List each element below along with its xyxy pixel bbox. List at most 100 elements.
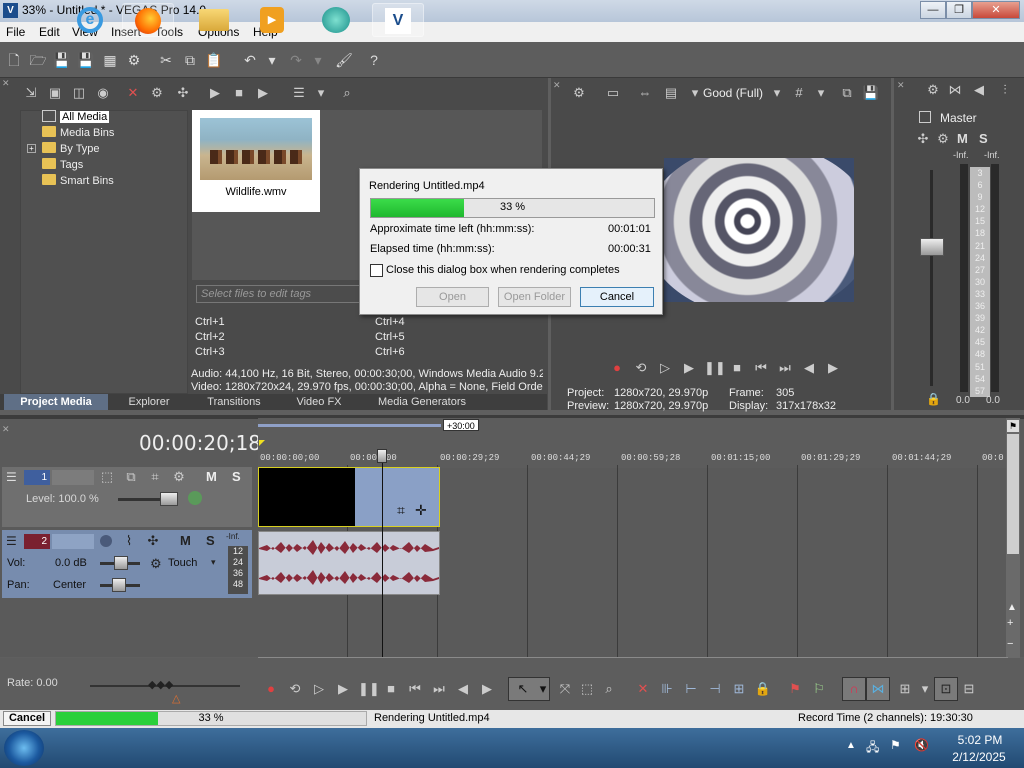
get-media-web-icon[interactable]: ◫ — [70, 84, 88, 102]
video-track-name[interactable] — [52, 470, 94, 485]
rate-slider[interactable]: ◆◆◆ — [148, 678, 173, 691]
ignore-grouping-icon[interactable]: ⊟ — [960, 680, 978, 698]
tree-item-media-bins[interactable]: Media Bins — [42, 126, 114, 142]
envelope-tool-icon[interactable]: ⤧ — [556, 680, 574, 698]
track-drag-handle-icon[interactable]: ☰ — [6, 470, 17, 484]
trim-end-icon[interactable]: ⊣ — [706, 680, 724, 698]
import-media-icon[interactable]: ⇲ — [22, 84, 40, 102]
tab-media-generators[interactable]: Media Generators — [360, 394, 484, 410]
parent-motion-icon[interactable]: ⧉ — [122, 468, 140, 486]
clock-date[interactable]: 2/12/2025 — [946, 750, 1012, 764]
play-from-start-icon[interactable]: ▷ — [310, 680, 328, 698]
taskbar-explorer-icon[interactable] — [188, 3, 240, 37]
master-lock-icon[interactable]: 🔒 — [926, 392, 941, 406]
show-hidden-icons[interactable]: ▲ — [846, 740, 856, 751]
downmix-icon[interactable]: ⋈ — [946, 81, 964, 99]
arm-record-icon[interactable] — [100, 535, 112, 547]
render-as-icon[interactable]: ▦ — [100, 50, 120, 70]
next-frame-icon[interactable]: ▶ — [824, 359, 842, 377]
compositing-mode-icon[interactable]: ⚙ — [170, 468, 188, 486]
loop-region-marker[interactable]: +30:00 — [443, 419, 479, 431]
snapping-icon[interactable]: ∩ — [845, 680, 863, 698]
audio-solo-button[interactable]: S — [206, 533, 215, 548]
save-as-icon[interactable]: 💾 — [76, 50, 96, 70]
zoom-out-icon[interactable]: − — [1007, 638, 1013, 650]
tree-item-smart-bins[interactable]: Smart Bins — [42, 174, 114, 190]
media-thumbnail-card[interactable]: Wildlife.wmv — [192, 110, 320, 212]
remove-media-icon[interactable]: ✕ — [124, 84, 142, 102]
pan-slider[interactable] — [112, 578, 126, 592]
pause-icon[interactable]: ❚❚ — [358, 680, 380, 698]
preview-mode-icon[interactable]: ▤ — [662, 84, 680, 102]
video-solo-button[interactable]: S — [232, 469, 241, 484]
audio-mute-button[interactable]: M — [180, 533, 191, 548]
tab-project-media[interactable]: Project Media — [4, 394, 108, 410]
overlays-dropdown-icon[interactable]: ▾ — [812, 84, 830, 102]
taskbar-ie-icon[interactable]: e — [64, 3, 116, 37]
previous-frame-icon[interactable]: ◀ — [800, 359, 818, 377]
tab-video-fx[interactable]: Video FX — [282, 394, 356, 410]
lock-icon[interactable]: 🔒 — [754, 680, 772, 698]
status-cancel-button[interactable]: Cancel — [3, 711, 51, 726]
record-icon[interactable]: ● — [262, 680, 280, 698]
video-output-fx-icon[interactable]: ⚙ — [570, 84, 588, 102]
taskbar-media-player-icon[interactable]: ▶ — [246, 3, 298, 37]
edit-tool-dropdown-icon[interactable]: ▾ — [534, 680, 552, 698]
start-button[interactable] — [4, 730, 44, 766]
master-fx-chain-icon[interactable]: ⚙ — [934, 130, 952, 148]
expand-by-type-icon[interactable]: + — [27, 144, 36, 153]
automation-dropdown-icon[interactable]: ▾ — [211, 557, 216, 568]
stop-icon[interactable]: ■ — [230, 84, 248, 102]
new-file-icon[interactable]: 🗋 — [4, 50, 24, 70]
insert-marker-icon[interactable]: ⚑ — [786, 680, 804, 698]
go-to-end-icon[interactable]: ⏭ — [430, 680, 448, 698]
master-solo-button[interactable]: S — [979, 131, 988, 146]
tree-item-by-type[interactable]: By Type — [42, 142, 100, 158]
tab-transitions[interactable]: Transitions — [190, 394, 278, 410]
save-icon[interactable]: 💾 — [52, 50, 72, 70]
tab-explorer[interactable]: Explorer — [112, 394, 186, 410]
close-when-done-checkbox[interactable] — [370, 264, 383, 277]
loop-icon[interactable]: ⟲ — [286, 680, 304, 698]
vegas-app-icon[interactable]: V — [3, 3, 18, 18]
taskbar-firefox-icon[interactable] — [122, 3, 174, 37]
quality-menu-icon[interactable]: ▾ — [768, 84, 786, 102]
track-motion-icon[interactable]: ⬚ — [98, 468, 116, 486]
level-slider[interactable] — [160, 492, 178, 506]
views-dropdown-icon[interactable]: ▾ — [312, 84, 330, 102]
trim-icon[interactable]: ⊪ — [658, 680, 676, 698]
master-fx-icon[interactable]: ⚙ — [924, 81, 942, 99]
marker-flag-icon[interactable] — [259, 440, 265, 446]
copy-snapshot-icon[interactable]: ⧉ — [838, 84, 856, 102]
master-pan-icon[interactable]: ✣ — [914, 130, 932, 148]
split-icon[interactable]: ⊞ — [730, 680, 748, 698]
track-drag-handle-icon[interactable]: ☰ — [6, 534, 17, 548]
open-button[interactable]: Open — [416, 287, 489, 307]
play-icon[interactable]: ▶ — [680, 359, 698, 377]
track-fx-chain-icon[interactable] — [188, 491, 202, 505]
network-tray-icon[interactable]: 🖧 — [866, 738, 879, 759]
master-fader[interactable] — [920, 238, 944, 256]
stop-icon[interactable]: ■ — [728, 359, 746, 377]
open-folder-button[interactable]: Open Folder — [498, 287, 571, 307]
master-mute-button[interactable]: M — [957, 131, 968, 146]
record-icon[interactable]: ● — [608, 359, 626, 377]
menu-edit[interactable]: Edit — [39, 25, 60, 39]
auto-ripple-icon[interactable]: ⊞ — [896, 680, 914, 698]
preview-quality[interactable]: Good (Full) — [703, 86, 763, 100]
preview-close-icon[interactable]: ✕ — [553, 80, 561, 91]
vscroll-thumb[interactable] — [1007, 434, 1019, 554]
audio-track-name[interactable] — [52, 534, 94, 549]
loop-region-bar[interactable] — [258, 424, 441, 427]
vol-slider[interactable] — [114, 556, 128, 570]
delete-icon[interactable]: ✕ — [634, 680, 652, 698]
media-fx-icon[interactable]: ⚙ — [148, 84, 166, 102]
automation-gear-icon[interactable]: ⚙ — [150, 556, 162, 572]
redo-icon[interactable]: ↷ — [286, 50, 306, 70]
taskbar-vegas-icon[interactable]: V — [372, 3, 424, 37]
cancel-render-button[interactable]: Cancel — [580, 287, 654, 307]
event-pan-crop-icon[interactable]: ⌗ — [397, 502, 405, 519]
dim-output-icon[interactable]: ◀ — [970, 81, 988, 99]
auto-preview-icon[interactable]: ▶ — [254, 84, 272, 102]
zoom-in-icon[interactable]: + — [1007, 617, 1013, 629]
